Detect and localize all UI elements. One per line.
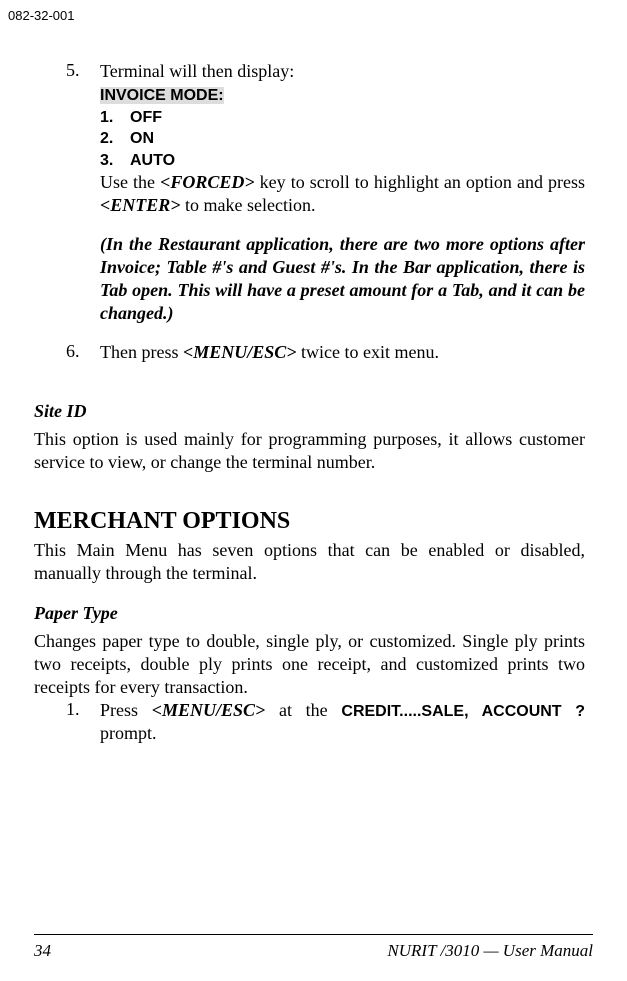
- paper1-t2: at the: [265, 700, 341, 720]
- footer-manual-title: NURIT /3010 — User Manual: [387, 941, 593, 961]
- paper-type-heading: Paper Type: [34, 603, 585, 624]
- list-item-6: 6. Then press <MENU/ESC> twice to exit m…: [66, 341, 585, 364]
- item6-t2: twice to exit menu.: [297, 342, 439, 362]
- menu-option-2: 2.ON: [100, 128, 585, 150]
- menu-opt3-num: 3.: [100, 150, 130, 172]
- page: 082-32-001 5. Terminal will then display…: [0, 0, 627, 981]
- credit-sale-account: CREDIT.....SALE, ACCOUNT ?: [341, 703, 585, 720]
- site-id-body: This option is used mainly for programmi…: [34, 428, 585, 474]
- list-body-6: Then press <MENU/ESC> twice to exit menu…: [100, 341, 585, 364]
- menu-opt3-label: AUTO: [130, 152, 175, 169]
- page-footer: 34 NURIT /3010 — User Manual: [34, 934, 593, 961]
- merchant-options-heading: MERCHANT OPTIONS: [34, 508, 585, 535]
- list-body-paper-1: Press <MENU/ESC> at the CREDIT.....SALE,…: [100, 699, 585, 746]
- merchant-options-body: This Main Menu has seven options that ca…: [34, 539, 585, 585]
- use-text-3: to make selection.: [181, 195, 316, 215]
- item5-note: (In the Restaurant application, there ar…: [100, 233, 585, 325]
- menu-opt1-num: 1.: [100, 107, 130, 129]
- list-body-5: Terminal will then display: INVOICE MODE…: [100, 60, 585, 325]
- list-item-paper-1: 1. Press <MENU/ESC> at the CREDIT.....SA…: [66, 699, 585, 746]
- item6-t1: Then press: [100, 342, 183, 362]
- menu-opt2-label: ON: [130, 130, 154, 147]
- list-item-5: 5. Terminal will then display: INVOICE M…: [66, 60, 585, 325]
- menuesc-key-b: <MENU/ESC>: [152, 700, 266, 720]
- item5-intro: Terminal will then display:: [100, 61, 294, 81]
- list-number-5: 5.: [66, 60, 100, 325]
- menuesc-key-a: <MENU/ESC>: [183, 342, 297, 362]
- invoice-mode-label: INVOICE MODE:: [100, 87, 224, 104]
- page-content: 5. Terminal will then display: INVOICE M…: [34, 60, 593, 745]
- enter-key: <ENTER>: [100, 195, 181, 215]
- paper1-t3: prompt.: [100, 723, 157, 743]
- menu-option-1: 1.OFF: [100, 107, 585, 129]
- paper1-t1: Press: [100, 700, 152, 720]
- menu-opt1-label: OFF: [130, 109, 162, 126]
- document-id: 082-32-001: [8, 8, 75, 23]
- menu-option-3: 3.AUTO: [100, 150, 585, 172]
- use-text-1: Use the: [100, 172, 160, 192]
- paper-type-body: Changes paper type to double, single ply…: [34, 630, 585, 699]
- use-text-2: key to scroll to highlight an option and…: [255, 172, 585, 192]
- page-number: 34: [34, 941, 51, 961]
- forced-key: <FORCED>: [160, 172, 255, 192]
- menu-opt2-num: 2.: [100, 128, 130, 150]
- site-id-heading: Site ID: [34, 401, 585, 422]
- list-number-paper-1: 1.: [66, 699, 100, 746]
- list-number-6: 6.: [66, 341, 100, 364]
